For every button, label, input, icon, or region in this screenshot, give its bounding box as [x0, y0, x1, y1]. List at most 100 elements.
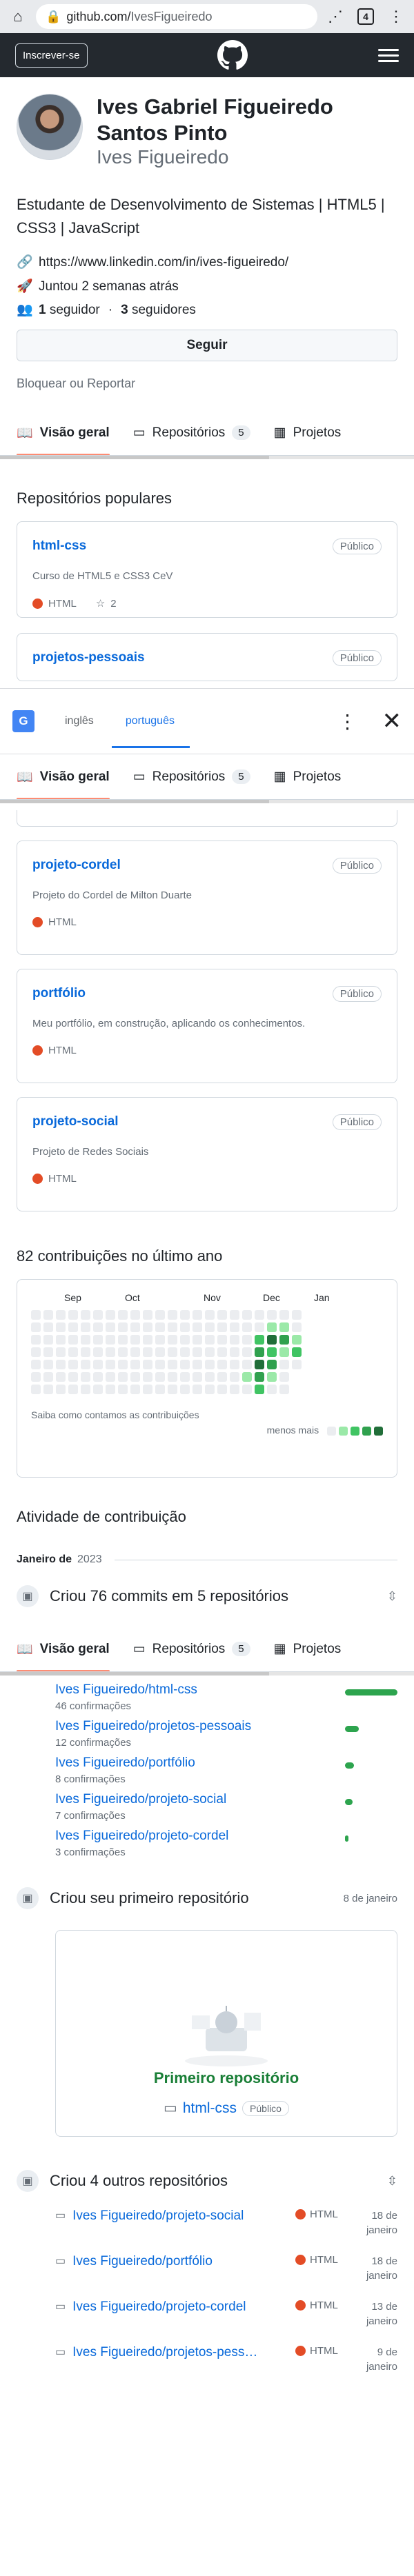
commit-count[interactable]: 7 confirmações [55, 1810, 226, 1822]
other-repos-event[interactable]: ▣ Criou 4 outros repositórios ⇳ [0, 2170, 414, 2193]
contribution-day-cell[interactable] [168, 1322, 177, 1333]
target-language-tab[interactable]: português [111, 715, 190, 749]
contribution-day-cell[interactable] [143, 1360, 152, 1370]
contribution-day-cell[interactable] [143, 1372, 152, 1382]
tab-switcher-button[interactable]: 4 [353, 4, 378, 29]
contribution-day-cell[interactable] [155, 1372, 165, 1382]
contribution-day-cell[interactable] [292, 1322, 302, 1333]
contribution-day-cell[interactable] [68, 1360, 78, 1370]
tab-overview[interactable]: 📖 Visão geral [17, 410, 110, 456]
contribution-day-cell[interactable] [56, 1360, 66, 1370]
contribution-day-cell[interactable] [93, 1347, 103, 1358]
contribution-day-cell[interactable] [193, 1360, 202, 1370]
repo-link[interactable]: Ives Figueiredo/projeto-cordel [72, 2300, 288, 2315]
contribution-day-cell[interactable] [43, 1335, 53, 1345]
contribution-day-cell[interactable] [106, 1347, 115, 1358]
contribution-day-cell[interactable] [106, 1385, 115, 1395]
contribution-day-cell[interactable] [168, 1360, 177, 1370]
repo-card[interactable]: projetos-pessoais Público [17, 633, 397, 682]
contribution-day-cell[interactable] [43, 1372, 53, 1382]
source-language-tab[interactable]: inglês [65, 715, 94, 727]
contribution-day-cell[interactable] [217, 1347, 227, 1358]
tab-overview[interactable]: 📖 Visão geral [17, 1627, 110, 1672]
contribution-day-cell[interactable] [230, 1360, 239, 1370]
repo-name-link[interactable]: projeto-cordel [32, 858, 121, 872]
contribution-day-cell[interactable] [205, 1310, 215, 1320]
contribution-day-cell[interactable] [130, 1385, 140, 1395]
contribution-day-cell[interactable] [205, 1322, 215, 1333]
contribution-day-cell[interactable] [118, 1385, 128, 1395]
contribution-day-cell[interactable] [217, 1335, 227, 1345]
contribution-day-cell[interactable] [43, 1347, 53, 1358]
commit-repo-link[interactable]: Ives Figueiredo/html-css [55, 1682, 197, 1697]
github-logo-icon[interactable] [217, 40, 248, 70]
contribution-day-cell[interactable] [255, 1372, 264, 1382]
contribution-day-cell[interactable] [217, 1310, 227, 1320]
contribution-day-cell[interactable] [193, 1335, 202, 1345]
contribution-day-cell[interactable] [56, 1310, 66, 1320]
followers-link[interactable]: 1 seguidor [39, 303, 100, 319]
collapse-icon[interactable]: ⇳ [387, 1589, 397, 1604]
contribution-day-cell[interactable] [31, 1360, 41, 1370]
tab-repositories[interactable]: ▭ Repositórios 5 [133, 410, 250, 455]
repo-card[interactable]: projeto-social Público Projeto de Redes … [17, 1097, 397, 1212]
contribution-day-cell[interactable] [292, 1310, 302, 1320]
repo-card[interactable]: html-css Público Curso de HTML5 e CSS3 C… [17, 521, 397, 618]
contribution-day-cell[interactable] [155, 1310, 165, 1320]
contribution-day-cell[interactable] [242, 1372, 252, 1382]
contribution-day-cell[interactable] [279, 1360, 289, 1370]
contribution-day-cell[interactable] [130, 1372, 140, 1382]
contribution-day-cell[interactable] [217, 1322, 227, 1333]
contribution-day-cell[interactable] [106, 1310, 115, 1320]
contribution-day-cell[interactable] [56, 1347, 66, 1358]
commit-repo-link[interactable]: Ives Figueiredo/projeto-social [55, 1792, 226, 1807]
contribution-day-cell[interactable] [130, 1322, 140, 1333]
contribution-day-cell[interactable] [56, 1385, 66, 1395]
contribution-day-cell[interactable] [205, 1385, 215, 1395]
contribution-day-cell[interactable] [155, 1322, 165, 1333]
contribution-day-cell[interactable] [118, 1360, 128, 1370]
repo-name-link[interactable]: projetos-pessoais [32, 650, 145, 665]
contribution-day-cell[interactable] [168, 1372, 177, 1382]
contribution-day-cell[interactable] [267, 1310, 277, 1320]
contribution-day-cell[interactable] [180, 1385, 190, 1395]
contribution-day-cell[interactable] [106, 1372, 115, 1382]
contribution-day-cell[interactable] [267, 1347, 277, 1358]
contribution-day-cell[interactable] [217, 1372, 227, 1382]
contribution-day-cell[interactable] [81, 1322, 90, 1333]
contribution-day-cell[interactable] [130, 1347, 140, 1358]
contribution-day-cell[interactable] [180, 1360, 190, 1370]
contribution-day-cell[interactable] [279, 1322, 289, 1333]
contribution-day-cell[interactable] [242, 1360, 252, 1370]
contribution-day-cell[interactable] [180, 1322, 190, 1333]
commit-repo-link[interactable]: Ives Figueiredo/projeto-cordel [55, 1829, 228, 1843]
star-icon[interactable]: ☆ [96, 597, 105, 610]
tab-repositories[interactable]: ▭ Repositórios 5 [133, 754, 250, 799]
repo-link[interactable]: Ives Figueiredo/portfólio [72, 2254, 288, 2269]
contribution-day-cell[interactable] [31, 1385, 41, 1395]
tab-repositories[interactable]: ▭ Repositórios 5 [133, 1627, 250, 1671]
share-icon[interactable]: ⋰ [323, 4, 348, 29]
repo-link[interactable]: Ives Figueiredo/projeto-social [72, 2208, 288, 2224]
contribution-day-cell[interactable] [155, 1360, 165, 1370]
contribution-day-cell[interactable] [68, 1322, 78, 1333]
website-link[interactable]: https://www.linkedin.com/in/ives-figueir… [39, 255, 288, 271]
contribution-day-cell[interactable] [106, 1335, 115, 1345]
browser-menu-icon[interactable]: ⋮ [384, 4, 408, 29]
repo-name-link[interactable]: projeto-social [32, 1114, 119, 1129]
block-report-link[interactable]: Bloquear ou Reportar [17, 376, 397, 391]
contribution-day-cell[interactable] [242, 1322, 252, 1333]
contribution-day-cell[interactable] [255, 1335, 264, 1345]
signup-button[interactable]: Inscrever-se [15, 43, 88, 68]
contribution-day-cell[interactable] [230, 1347, 239, 1358]
contribution-day-cell[interactable] [230, 1322, 239, 1333]
contribution-day-cell[interactable] [168, 1385, 177, 1395]
contribution-day-cell[interactable] [81, 1360, 90, 1370]
contribution-day-cell[interactable] [68, 1347, 78, 1358]
contribution-day-cell[interactable] [155, 1335, 165, 1345]
tabs-scrollbar[interactable] [0, 800, 414, 804]
contribution-day-cell[interactable] [118, 1347, 128, 1358]
contribution-day-cell[interactable] [56, 1322, 66, 1333]
contribution-day-cell[interactable] [292, 1347, 302, 1358]
contribution-day-cell[interactable] [217, 1385, 227, 1395]
